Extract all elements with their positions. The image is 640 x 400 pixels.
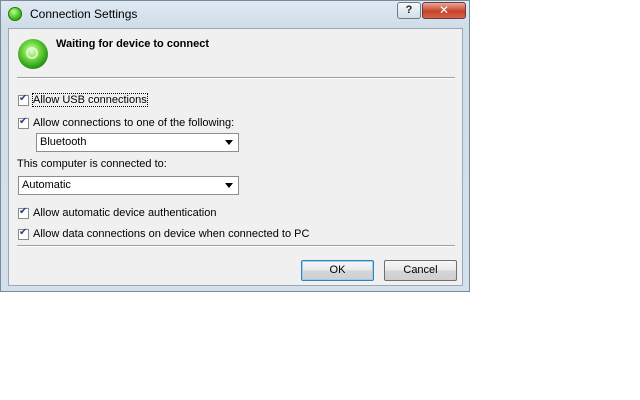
allow-data-connections-label[interactable]: Allow data connections on device when co… — [33, 228, 309, 240]
chevron-down-icon — [225, 140, 233, 145]
dialog-body: Waiting for device to connect Allow USB … — [8, 28, 463, 286]
separator-top — [17, 77, 455, 79]
connection-type-value: Bluetooth — [40, 136, 87, 148]
cancel-button[interactable]: Cancel — [384, 260, 457, 281]
allow-connections-row[interactable]: Allow connections to one of the followin… — [18, 116, 234, 130]
sync-status-icon — [8, 7, 22, 21]
title-bar[interactable]: Connection Settings ? ✕ — [1, 1, 469, 29]
connected-to-label: This computer is connected to: — [17, 158, 167, 170]
allow-usb-label[interactable]: Allow USB connections — [32, 93, 148, 107]
separator-bottom — [17, 245, 455, 247]
allow-connections-label[interactable]: Allow connections to one of the followin… — [33, 117, 234, 129]
status-heading: Waiting for device to connect — [56, 38, 209, 50]
connected-to-dropdown[interactable]: Automatic — [18, 176, 239, 195]
allow-auto-auth-row[interactable]: Allow automatic device authentication — [18, 206, 216, 220]
window-title: Connection Settings — [30, 7, 138, 21]
connection-settings-dialog: Connection Settings ? ✕ Waiting for devi… — [0, 0, 470, 292]
close-button[interactable]: ✕ — [422, 2, 466, 19]
allow-usb-checkbox[interactable] — [18, 93, 29, 106]
ok-button[interactable]: OK — [301, 260, 374, 281]
help-button[interactable]: ? — [397, 2, 421, 19]
allow-usb-row[interactable]: Allow USB connections — [18, 93, 148, 107]
allow-data-connections-row[interactable]: Allow data connections on device when co… — [18, 227, 309, 241]
allow-auto-auth-label[interactable]: Allow automatic device authentication — [33, 207, 216, 219]
sync-status-icon — [18, 39, 48, 69]
connection-type-dropdown[interactable]: Bluetooth — [36, 133, 239, 152]
allow-connections-checkbox[interactable] — [18, 116, 29, 129]
connected-to-value: Automatic — [22, 179, 71, 191]
chevron-down-icon — [225, 183, 233, 188]
allow-data-connections-checkbox[interactable] — [18, 227, 29, 240]
allow-auto-auth-checkbox[interactable] — [18, 206, 29, 219]
